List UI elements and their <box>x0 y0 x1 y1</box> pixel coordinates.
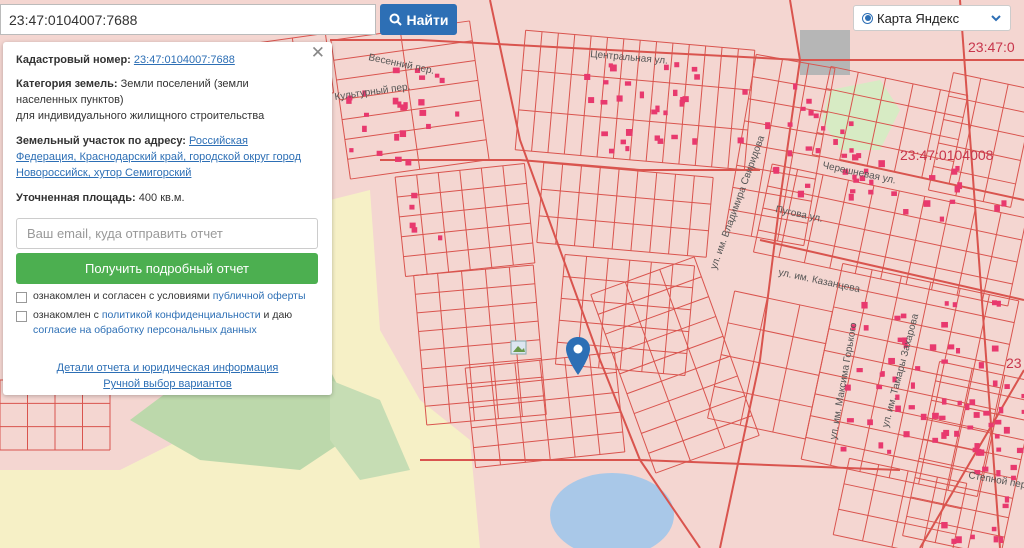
parcel-info-panel: ✕ Кадастровый номер: 23:47:0104007:7688 … <box>3 42 332 395</box>
address-label: Земельный участок по адресу: <box>16 135 186 147</box>
map-type-value: Карта Яндекс <box>877 10 960 26</box>
location-pin-icon[interactable] <box>566 337 590 375</box>
report-details-link[interactable]: Детали отчета и юридическая информация <box>57 362 279 374</box>
get-report-button-label: Получить подробный отчет <box>84 260 250 276</box>
address-link-2[interactable]: Федерация, Краснодарский край, городской… <box>16 151 301 163</box>
area-label: Уточненная площадь: <box>16 192 136 204</box>
cadastral-number-label: Кадастровый номер: <box>16 54 131 66</box>
map-type-select[interactable]: Карта Яндекс <box>853 5 1011 31</box>
offer-consent-checkbox[interactable] <box>16 292 27 303</box>
privacy-consent-mid: и даю <box>263 309 293 321</box>
get-report-button[interactable]: Получить подробный отчет <box>16 253 318 284</box>
land-category-value-3: для индивидуального жилищного строительс… <box>16 110 265 122</box>
cadastral-search-input[interactable] <box>0 4 376 35</box>
address-link-1[interactable]: Российская <box>189 135 248 147</box>
privacy-policy-link[interactable]: политикой конфиденциальности <box>102 309 261 321</box>
cadastral-label-edge: 23 <box>1006 355 1022 371</box>
photo-icon[interactable] <box>510 340 527 355</box>
address-link-3[interactable]: Новороссийск, хутор Семигорский <box>16 167 191 179</box>
public-offer-link[interactable]: публичной оферты <box>213 290 306 302</box>
search-icon <box>389 13 402 26</box>
radio-selected-icon <box>862 12 873 24</box>
land-category-value-1: Земли поселений (земли <box>120 78 249 90</box>
close-icon[interactable]: ✕ <box>311 44 325 61</box>
privacy-consent-checkbox[interactable] <box>16 311 27 322</box>
chevron-down-icon <box>991 15 1001 22</box>
manual-selection-link[interactable]: Ручной выбор вариантов <box>103 378 231 390</box>
cadastral-label-block: 23:47:0104008 <box>900 147 994 163</box>
cadastral-label-top-right: 23:47:0 <box>968 39 1015 55</box>
search-button-label: Найти <box>406 11 449 28</box>
email-field[interactable] <box>16 218 318 249</box>
land-category-value-2: населенных пунктов) <box>16 94 124 106</box>
land-category-label: Категория земель: <box>16 78 118 90</box>
privacy-consent-label: ознакомлен с <box>33 309 99 321</box>
offer-consent-label: ознакомлен и согласен с условиями <box>33 290 210 302</box>
personal-data-consent-link[interactable]: согласие на обработку персональных данны… <box>33 324 257 336</box>
offer-consent-text: ознакомлен и согласен с условиями публич… <box>33 289 306 304</box>
area-value: 400 кв.м. <box>138 192 185 204</box>
cadastral-number-link[interactable]: 23:47:0104007:7688 <box>134 54 235 66</box>
search-button[interactable]: Найти <box>380 4 457 35</box>
privacy-consent-text: ознакомлен с политикой конфиденциальност… <box>33 308 292 338</box>
